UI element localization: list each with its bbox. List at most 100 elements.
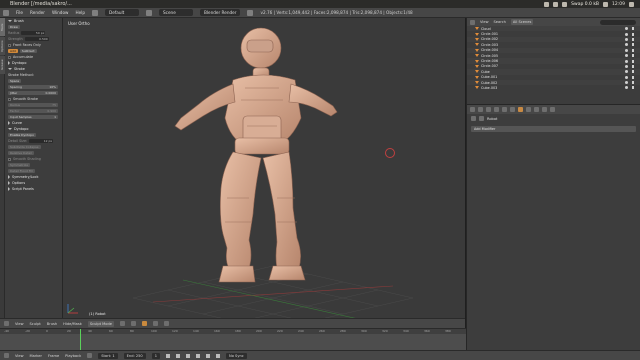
jump-start-icon[interactable] xyxy=(166,353,171,358)
play-reverse-icon[interactable] xyxy=(186,353,191,358)
display-mode-select[interactable]: All Scenes xyxy=(510,19,534,25)
select-arrow-icon[interactable] xyxy=(632,27,634,31)
physics-tab-icon[interactable] xyxy=(550,107,555,112)
menu-sculpt[interactable]: Sculpt xyxy=(30,322,41,326)
render-tab-icon[interactable] xyxy=(470,107,475,112)
add-button[interactable]: Add xyxy=(8,49,18,53)
world-tab-icon[interactable] xyxy=(494,107,499,112)
clock[interactable]: 12:09 xyxy=(612,2,625,7)
play-icon[interactable] xyxy=(196,353,201,358)
shading-icon[interactable] xyxy=(119,321,125,326)
editor-type-icon[interactable] xyxy=(4,321,9,326)
editor-type-icon[interactable] xyxy=(3,9,9,16)
brush-select[interactable]: Draw xyxy=(8,25,20,29)
end-frame-field[interactable]: End: 250 xyxy=(123,352,146,359)
editor-type-icon[interactable] xyxy=(4,353,9,358)
input-samples-slider[interactable]: Input Samples 1 xyxy=(8,115,58,119)
menu-hide-mask[interactable]: Hide/Mask xyxy=(63,322,82,326)
mode-select[interactable]: Sculpt Mode xyxy=(87,320,114,327)
eye-icon[interactable] xyxy=(625,43,628,47)
start-frame-field[interactable]: Start: 1 xyxy=(98,352,118,359)
volume-icon[interactable] xyxy=(603,1,609,7)
select-arrow-icon[interactable] xyxy=(632,64,634,68)
select-arrow-icon[interactable] xyxy=(632,48,634,52)
radius-field[interactable]: 50 px xyxy=(21,31,46,35)
symmetrize-button[interactable]: Symmetrize xyxy=(8,163,31,167)
menu-view[interactable]: View xyxy=(15,322,24,326)
jitter-slider[interactable]: Jitter 0.0000 xyxy=(8,91,58,95)
select-arrow-icon[interactable] xyxy=(632,32,634,36)
stroke-method-select[interactable]: Space xyxy=(8,79,22,83)
smooth-factor-slider[interactable]: Factor 0.900 xyxy=(8,109,58,113)
3d-cursor-icon[interactable] xyxy=(385,148,395,158)
sync-select[interactable]: No Sync xyxy=(226,352,247,359)
scene-field[interactable]: Scene xyxy=(159,9,193,16)
layer-icon[interactable] xyxy=(141,321,147,326)
record-icon[interactable] xyxy=(87,353,93,358)
enable-dyntopo-button[interactable]: Enable Dyntopo xyxy=(8,133,36,137)
outliner-item[interactable]: Cube.003 xyxy=(467,85,640,90)
spacing-slider[interactable]: Spacing 10% xyxy=(8,85,58,89)
eye-icon[interactable] xyxy=(625,32,628,36)
smooth-radius-slider[interactable]: Radius 75 xyxy=(8,103,58,107)
keyboard-icon[interactable] xyxy=(553,1,559,7)
menu-brush[interactable]: Brush xyxy=(47,322,57,326)
select-arrow-icon[interactable] xyxy=(632,86,634,90)
menu-playback[interactable]: Playback xyxy=(65,354,81,358)
screen-layout-field[interactable]: Default xyxy=(105,9,139,16)
select-arrow-icon[interactable] xyxy=(632,43,634,47)
eye-icon[interactable] xyxy=(625,37,628,41)
subtract-button[interactable]: Subtract xyxy=(19,49,37,53)
editor-type-icon[interactable] xyxy=(470,19,475,25)
material-tab-icon[interactable] xyxy=(534,107,539,112)
eye-icon[interactable] xyxy=(625,48,628,52)
constraints-tab-icon[interactable] xyxy=(510,107,515,112)
relative-detail-select[interactable]: Relative Detail xyxy=(8,151,34,155)
power-icon[interactable] xyxy=(629,1,634,7)
menu-marker[interactable]: Marker xyxy=(30,354,42,358)
select-arrow-icon[interactable] xyxy=(632,70,634,74)
data-tab-icon[interactable] xyxy=(526,107,531,112)
bluetooth-icon[interactable] xyxy=(562,1,568,7)
render-layers-tab-icon[interactable] xyxy=(478,107,483,112)
eye-icon[interactable] xyxy=(625,75,628,79)
pin-icon[interactable] xyxy=(471,116,476,121)
subdivide-select[interactable]: Subdivide Collapse xyxy=(8,145,41,149)
menu-render[interactable]: Render xyxy=(30,10,45,15)
eye-icon[interactable] xyxy=(625,59,628,63)
select-arrow-icon[interactable] xyxy=(632,75,634,79)
prev-key-icon[interactable] xyxy=(176,353,181,358)
menu-frame[interactable]: Frame xyxy=(48,354,59,358)
eye-icon[interactable] xyxy=(625,54,628,58)
menu-search[interactable]: Search xyxy=(494,20,506,24)
scene-tab-icon[interactable] xyxy=(486,107,491,112)
3d-viewport[interactable]: User Ortho (1) Robot xyxy=(63,18,465,318)
eye-icon[interactable] xyxy=(625,64,628,68)
swap-indicator[interactable]: Swap 0.0 kB xyxy=(571,2,599,7)
add-modifier-button[interactable]: Add Modifier xyxy=(471,126,636,132)
robot-model[interactable] xyxy=(63,18,465,318)
jump-end-icon[interactable] xyxy=(216,353,221,358)
detail-size-field[interactable]: 12 px xyxy=(29,139,54,143)
menu-file[interactable]: File xyxy=(16,10,23,15)
texture-tab-icon[interactable] xyxy=(542,107,547,112)
eye-icon[interactable] xyxy=(625,70,628,74)
smooth-stroke-checkbox[interactable] xyxy=(8,97,11,101)
object-tab-icon[interactable] xyxy=(502,107,507,112)
select-arrow-icon[interactable] xyxy=(632,81,634,85)
layer-icon[interactable] xyxy=(152,321,158,326)
outliner-search-input[interactable] xyxy=(600,19,636,25)
menu-view[interactable]: View xyxy=(480,20,489,24)
pivot-icon[interactable] xyxy=(130,321,136,326)
eye-icon[interactable] xyxy=(625,81,628,85)
modifiers-tab-icon[interactable] xyxy=(518,107,523,112)
eye-icon[interactable] xyxy=(625,86,628,90)
render-preview-icon[interactable] xyxy=(163,321,169,326)
next-key-icon[interactable] xyxy=(206,353,211,358)
accumulate-checkbox[interactable] xyxy=(8,55,11,59)
menu-window[interactable]: Window xyxy=(52,10,69,15)
strength-field[interactable]: 0.500 xyxy=(24,37,49,41)
network-icon[interactable] xyxy=(544,1,550,7)
select-arrow-icon[interactable] xyxy=(632,59,634,63)
select-arrow-icon[interactable] xyxy=(632,37,634,41)
